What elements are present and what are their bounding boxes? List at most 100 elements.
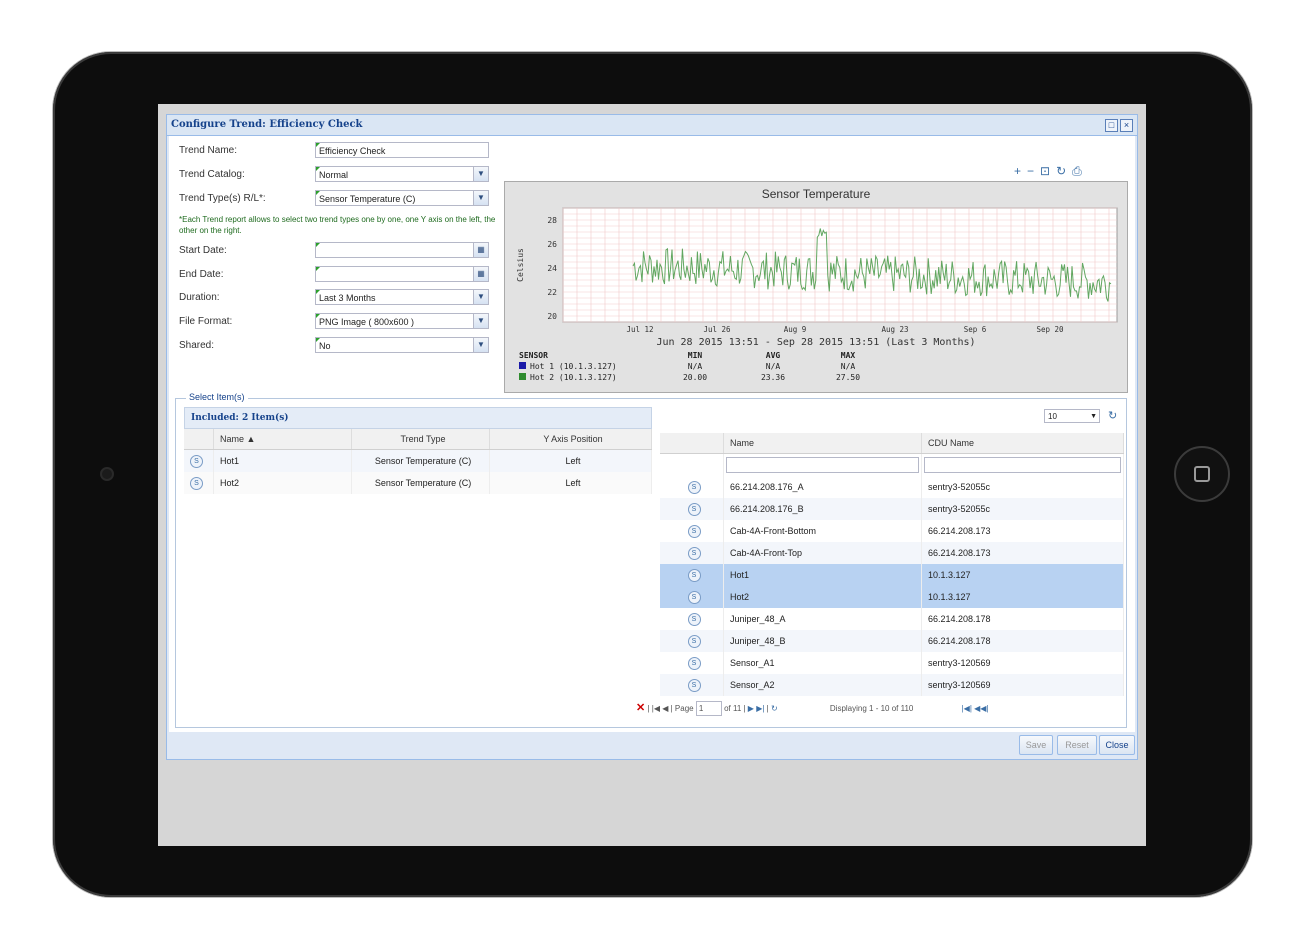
next-page-icon[interactable]: ▶ [748,704,754,713]
available-col-cdu[interactable]: CDU Name [921,433,1124,454]
clear-icon[interactable]: ✕ [636,702,645,714]
included-col-type[interactable]: Trend Type [351,429,490,450]
move-left-icon[interactable]: |◀| [962,704,972,713]
sensor-icon-cell: S [660,498,724,520]
cdu-filter-input[interactable] [924,457,1121,473]
included-col-name[interactable]: Name ▲ [213,429,352,450]
zoom-out-icon[interactable]: − [1027,164,1040,178]
start-date-input[interactable]: ▦ [315,242,489,258]
calendar-icon[interactable]: ▦ [473,267,488,281]
sensor-icon[interactable]: S [687,480,701,494]
available-cdu: sentry3-120569 [921,674,1124,696]
end-date-input[interactable]: ▦ [315,266,489,282]
home-button[interactable] [1174,446,1230,502]
shared-select[interactable]: No ▼ [315,337,489,353]
prev-page-icon[interactable]: ◀ [662,704,668,713]
refresh-icon[interactable]: ↻ [771,704,778,713]
available-name: Cab-4A-Front-Bottom [723,520,922,542]
x-tick-label: Jul 12 [626,325,653,334]
x-tick-label: Jul 26 [703,325,731,334]
chevron-down-icon[interactable]: ▼ [473,290,488,304]
name-filter-input[interactable] [726,457,919,473]
close-icon[interactable]: × [1120,119,1133,132]
sensor-icon[interactable]: S [687,524,701,538]
last-page-icon[interactable]: ▶| [756,704,764,713]
calendar-icon[interactable]: ▦ [473,243,488,257]
available-name: Hot1 [723,564,922,586]
sensor-icon[interactable]: S [687,656,701,670]
save-button[interactable]: Save [1019,735,1053,755]
close-button[interactable]: Close [1099,735,1135,755]
select-items-fieldset: Select Item(s) Included: 2 Item(s) Name … [175,392,1127,728]
available-row[interactable]: S Sensor_A2 sentry3-120569 [660,674,1124,696]
chevron-down-icon[interactable]: ▼ [473,167,488,181]
trend-name-input[interactable]: Efficiency Check [315,142,489,158]
sensor-icon[interactable]: S [687,502,701,516]
included-axis[interactable]: Left [489,472,652,494]
duration-label: Duration: [179,292,220,303]
available-name: 66.214.208.176_B [723,498,922,520]
included-table: Name ▲ Trend Type Y Axis Position S Hot1 S… [184,429,652,494]
y-tick-label: 20 [547,312,557,321]
chevron-down-icon[interactable]: ▼ [473,338,488,352]
available-col-name[interactable]: Name [723,433,922,454]
print-icon[interactable]: ⎙ [1072,164,1088,178]
sensor-icon[interactable]: S [687,590,701,604]
file-format-label: File Format: [179,316,233,327]
reset-button[interactable]: Reset [1057,735,1097,755]
file-format-select[interactable]: PNG Image ( 800x600 ) ▼ [315,313,489,329]
available-row[interactable]: S 66.214.208.176_B sentry3-52055c [660,498,1124,520]
included-name: Hot1 [213,449,352,472]
zoom-reset-icon[interactable]: ⊡ [1040,164,1056,178]
available-row[interactable]: S Juniper_48_A 66.214.208.178 [660,608,1124,630]
page-of: of 11 [724,704,742,713]
available-name: Cab-4A-Front-Top [723,542,922,564]
series-name: Hot 2 (10.1.3.127) [530,373,617,382]
trend-catalog-select[interactable]: Normal ▼ [315,166,489,182]
refresh-icon[interactable]: ↻ [1056,164,1072,178]
sensor-icon-cell: S [660,520,724,542]
sensor-icon-cell: S [660,652,724,674]
included-type: Sensor Temperature (C) [351,449,490,472]
available-row[interactable]: S 66.214.208.176_A sentry3-52055c [660,476,1124,498]
page-size-select[interactable]: 10 ▼ [1044,409,1100,423]
start-date-label: Start Date: [179,245,227,256]
sensor-icon[interactable]: S [687,568,701,582]
available-row[interactable]: S Sensor_A1 sentry3-120569 [660,652,1124,674]
included-row[interactable]: S Hot1 Sensor Temperature (C) Left [184,449,652,472]
first-page-icon[interactable]: |◀ [652,704,660,713]
chevron-down-icon[interactable]: ▼ [473,191,488,205]
available-row[interactable]: S Hot2 10.1.3.127 [660,586,1124,608]
sensor-icon-cell: S [660,608,724,630]
maximize-icon[interactable]: □ [1105,119,1118,132]
chevron-down-icon[interactable]: ▼ [1090,410,1097,424]
zoom-in-icon[interactable]: + [1014,164,1027,178]
sensor-icon[interactable]: S [190,454,203,468]
available-row[interactable]: S Cab-4A-Front-Top 66.214.208.173 [660,542,1124,564]
included-row[interactable]: S Hot2 Sensor Temperature (C) Left [184,472,652,494]
available-grid: 10 ▼ ↻ Name CDU Name S 66.214.208.176_A … [660,407,1124,696]
reload-icon[interactable]: ↻ [1108,409,1117,422]
included-name: Hot2 [213,472,352,494]
chevron-down-icon[interactable]: ▼ [473,314,488,328]
sensor-icon[interactable]: S [687,634,701,648]
available-row[interactable]: S Cab-4A-Front-Bottom 66.214.208.173 [660,520,1124,542]
sensor-icon[interactable]: S [687,612,701,626]
trend-type-label: Trend Type(s) R/L*: [179,193,266,204]
sensor-icon[interactable]: S [190,476,203,490]
duration-select[interactable]: Last 3 Months ▼ [315,289,489,305]
included-col-axis[interactable]: Y Axis Position [489,429,652,450]
available-row[interactable]: S Hot1 10.1.3.127 [660,564,1124,586]
home-icon [1194,466,1210,482]
page-input[interactable]: 1 [695,701,722,717]
available-row[interactable]: S Juniper_48_B 66.214.208.178 [660,630,1124,652]
included-axis[interactable]: Left [489,449,652,472]
sensor-icon-cell: S [660,564,724,586]
sensor-icon[interactable]: S [687,546,701,560]
sensor-icon-cell: S [660,542,724,564]
trend-chart: Sensor Temperature Celsius 28 26 24 22 20 Jul 1… [504,181,1128,393]
sensor-icon-cell: S [184,472,214,494]
sensor-icon[interactable]: S [687,678,701,692]
move-all-left-icon[interactable]: ◀◀| [974,704,988,713]
trend-type-select[interactable]: Sensor Temperature (C) ▼ [315,190,489,206]
